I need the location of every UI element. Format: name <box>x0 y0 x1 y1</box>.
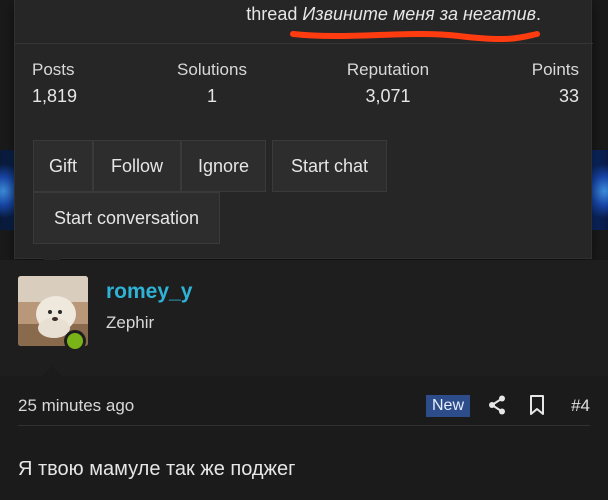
ignore-button[interactable]: Ignore <box>181 140 266 192</box>
user-title: Zephir <box>106 313 155 332</box>
last-activity-text: thread Извините меня за негатив. <box>246 4 541 25</box>
username-link[interactable]: romey_y <box>106 280 192 304</box>
stat-solutions: Solutions 1 <box>175 60 249 107</box>
stat-value: 1 <box>206 86 217 106</box>
stat-reputation: Reputation 3,071 <box>345 60 431 107</box>
online-status-indicator <box>64 330 86 352</box>
thread-link[interactable]: Извините меня за негатив <box>302 4 536 24</box>
share-icon[interactable] <box>488 395 506 415</box>
new-badge: New <box>426 395 471 417</box>
post-number-link[interactable]: #4 <box>571 396 590 416</box>
header-pointer-arrow <box>42 366 62 376</box>
banner-glow-right <box>590 158 608 224</box>
thread-prefix: thread <box>246 4 298 24</box>
stat-label: Reputation <box>346 60 430 79</box>
thread-suffix: . <box>535 4 541 24</box>
stat-label: Points <box>531 60 579 79</box>
start-conversation-button[interactable]: Start conversation <box>33 192 220 244</box>
gift-button[interactable]: Gift <box>33 140 93 192</box>
follow-button[interactable]: Follow <box>93 140 181 192</box>
stat-label: Posts <box>32 60 75 79</box>
start-chat-button[interactable]: Start chat <box>272 140 387 192</box>
stat-posts: Posts 1,819 <box>32 60 77 107</box>
stat-value[interactable]: 33 <box>532 86 579 107</box>
post-message-text: Я твою мамуле так же поджег <box>18 458 296 480</box>
stat-points: Points 33 <box>532 60 579 107</box>
red-underline-annotation <box>290 31 540 43</box>
post-user-header <box>0 260 608 375</box>
stat-value: 3,071 <box>365 86 411 106</box>
last-activity-line: thread Извините меня за негатив. <box>15 0 593 44</box>
bookmark-icon[interactable] <box>529 395 545 415</box>
stat-label: Solutions <box>177 60 247 79</box>
post-meta-bar: 25 minutes ago New #4 <box>18 386 590 426</box>
post-timestamp[interactable]: 25 minutes ago <box>18 396 134 416</box>
stat-value[interactable]: 1,819 <box>32 86 77 107</box>
member-tooltip-popup: thread Извините меня за негатив. Posts 1… <box>14 0 593 259</box>
member-stats: Posts 1,819 Solutions 1 Reputation 3,071… <box>15 60 593 110</box>
